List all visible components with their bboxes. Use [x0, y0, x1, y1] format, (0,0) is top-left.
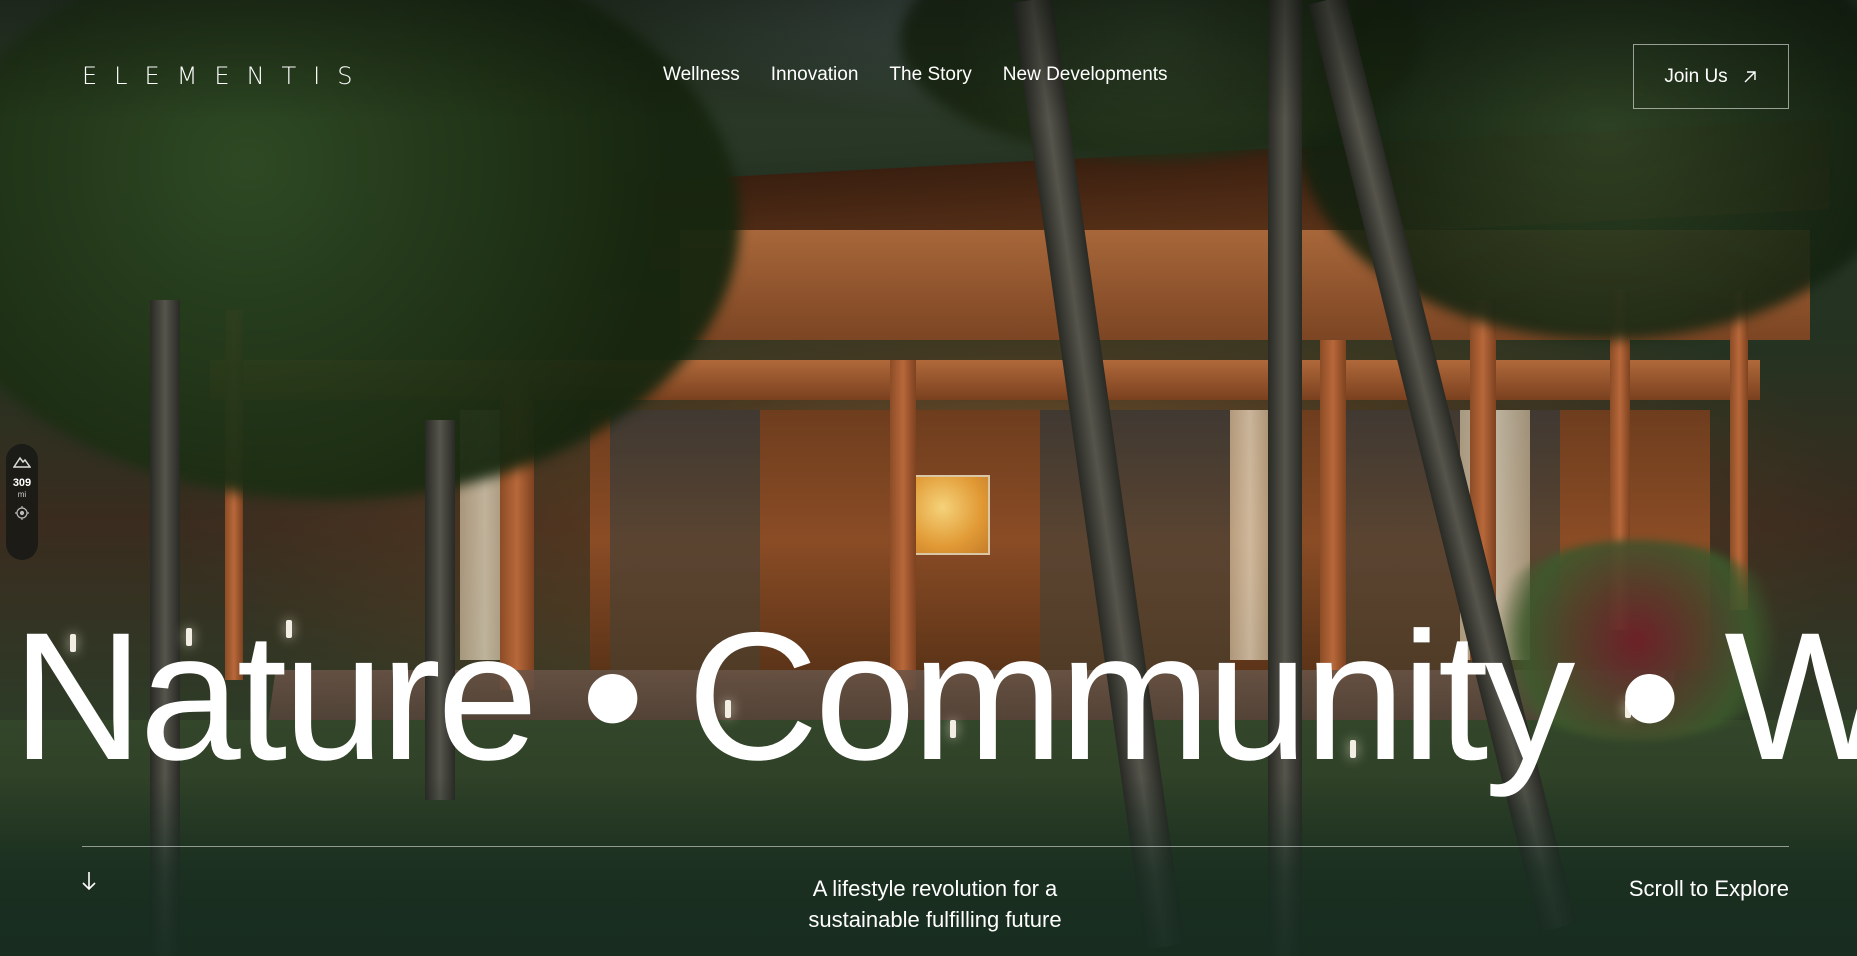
hero-background-image	[0, 0, 1857, 956]
arrow-up-right-icon	[1744, 70, 1756, 82]
nav-item-innovation[interactable]: Innovation	[771, 64, 859, 86]
nav-item-new-developments[interactable]: New Developments	[1003, 64, 1168, 86]
tagline: A lifestyle revolution for a sustainable…	[735, 873, 1135, 935]
nav-item-the-story[interactable]: The Story	[889, 64, 971, 86]
main-nav: Wellness Innovation The Story New Develo…	[663, 64, 1199, 86]
tagline-line-1: A lifestyle revolution for a	[812, 876, 1058, 901]
distance-widget[interactable]: 309 mi	[6, 444, 38, 560]
scroll-to-explore-link[interactable]: Scroll to Explore	[1629, 876, 1789, 902]
nav-item-wellness[interactable]: Wellness	[663, 64, 740, 86]
join-us-label: Join Us	[1664, 65, 1728, 87]
location-target-icon[interactable]	[14, 505, 30, 525]
wall-painting	[910, 475, 990, 555]
arrow-down-icon[interactable]	[80, 870, 98, 892]
join-us-button[interactable]: Join Us	[1633, 44, 1789, 109]
distance-value: 309	[12, 477, 32, 489]
hero-marquee-text: Nature • Community • W	[12, 594, 1857, 798]
distance-unit: mi	[17, 490, 27, 499]
brand-logo[interactable]: ELEMENTIS	[82, 62, 370, 90]
bottom-divider	[82, 846, 1789, 847]
mountain-icon	[12, 453, 32, 472]
tagline-line-2: sustainable fulfilling future	[808, 907, 1062, 932]
